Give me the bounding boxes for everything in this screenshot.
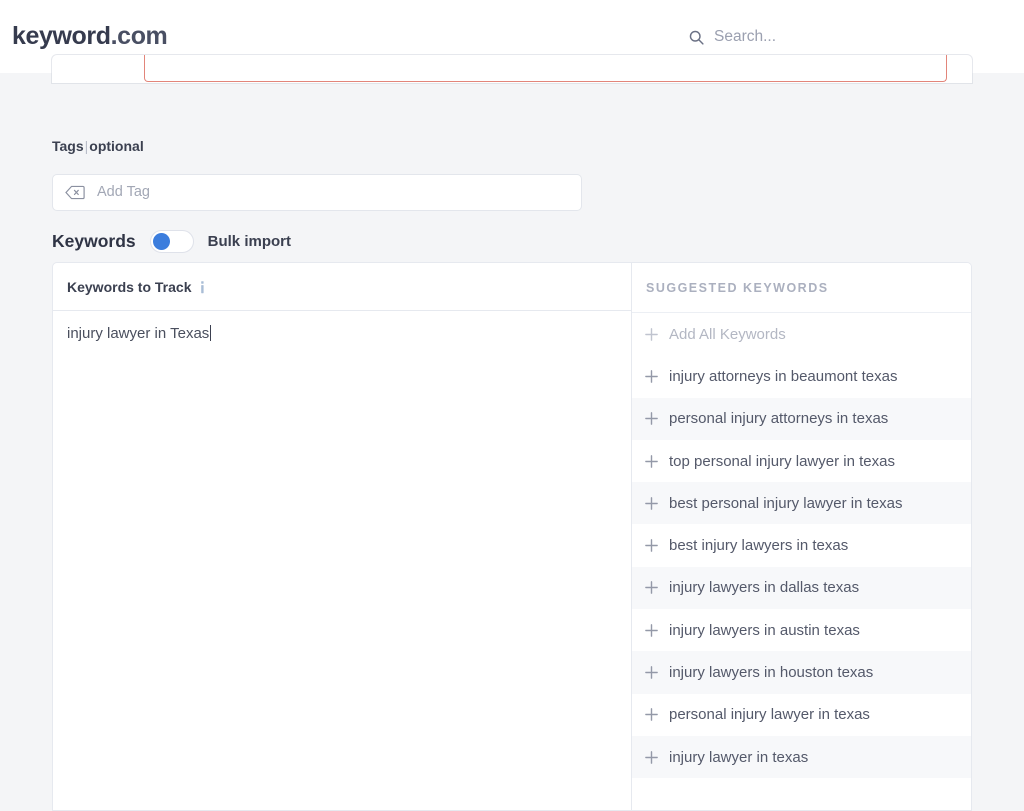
plus-icon	[644, 665, 659, 680]
text-cursor	[210, 325, 211, 341]
search-icon	[688, 29, 705, 46]
global-search[interactable]: Search...	[688, 24, 776, 50]
keywords-section-header: Keywords Bulk import	[52, 229, 291, 253]
suggested-keyword-label: injury lawyer in texas	[669, 749, 808, 766]
suggested-keyword-row[interactable]: injury lawyer in texas	[632, 736, 971, 778]
suggested-keyword-row[interactable]: injury lawyers in houston texas	[632, 651, 971, 693]
add-tag-input[interactable]: Add Tag	[52, 174, 582, 211]
suggested-keyword-label: best injury lawyers in texas	[669, 537, 848, 554]
toggle-knob	[153, 233, 170, 250]
app-logo[interactable]: keyword.com	[12, 22, 167, 51]
tags-label-text: Tags	[52, 138, 84, 154]
suggested-keyword-label: personal injury attorneys in texas	[669, 410, 888, 427]
suggested-keyword-label: injury lawyers in austin texas	[669, 622, 860, 639]
suggested-keyword-label: injury lawyers in houston texas	[669, 664, 873, 681]
bulk-import-label[interactable]: Bulk import	[208, 233, 291, 250]
error-state-input-partial[interactable]	[144, 55, 947, 82]
tags-label: Tags|optional	[52, 138, 144, 154]
plus-icon	[644, 496, 659, 511]
suggested-keywords-list: Add All Keywords injury attorneys in bea…	[632, 313, 971, 810]
suggested-keywords-title: SUGGESTED KEYWORDS	[646, 281, 829, 295]
keywords-card: Keywords to Track injury lawyer in Texas…	[52, 262, 972, 811]
keywords-to-track-header: Keywords to Track	[53, 263, 631, 311]
keywords-to-track-panel: Keywords to Track injury lawyer in Texas	[53, 263, 632, 810]
logo-main-text: keyword	[12, 22, 111, 50]
suggested-keyword-label: best personal injury lawyer in texas	[669, 495, 902, 512]
plus-icon	[644, 538, 659, 553]
suggested-keyword-row[interactable]: personal injury attorneys in texas	[632, 398, 971, 440]
suggested-keyword-row[interactable]: injury attorneys in beaumont texas	[632, 355, 971, 397]
suggested-keyword-row[interactable]: injury lawyers in dallas texas	[632, 567, 971, 609]
plus-icon	[644, 454, 659, 469]
keywords-textarea-value: injury lawyer in Texas	[67, 325, 209, 342]
bulk-import-toggle[interactable]	[150, 230, 194, 253]
suggested-keyword-label: top personal injury lawyer in texas	[669, 453, 895, 470]
tag-backspace-icon	[65, 185, 85, 200]
plus-icon	[644, 623, 659, 638]
keywords-to-track-textarea[interactable]: injury lawyer in Texas	[53, 311, 631, 810]
suggested-keyword-row[interactable]: top personal injury lawyer in texas	[632, 440, 971, 482]
suggested-keyword-label: injury attorneys in beaumont texas	[669, 368, 897, 385]
plus-icon	[644, 369, 659, 384]
suggested-keywords-panel: SUGGESTED KEYWORDS Add All Keywords	[632, 263, 971, 810]
plus-icon	[644, 707, 659, 722]
suggested-keyword-label: injury lawyers in dallas texas	[669, 579, 859, 596]
keywords-heading: Keywords	[52, 231, 136, 252]
add-tag-placeholder[interactable]: Add Tag	[97, 185, 150, 200]
add-all-keywords-row[interactable]: Add All Keywords	[632, 313, 971, 355]
keywords-to-track-title: Keywords to Track	[67, 279, 192, 295]
suggested-keyword-row[interactable]: injury lawyers in austin texas	[632, 609, 971, 651]
plus-icon	[644, 327, 659, 342]
plus-icon	[644, 580, 659, 595]
plus-icon	[644, 411, 659, 426]
search-input-placeholder[interactable]: Search...	[714, 29, 776, 45]
logo-suffix-text: .com	[111, 22, 168, 50]
suggested-keyword-label: personal injury lawyer in texas	[669, 706, 870, 723]
suggested-keyword-row[interactable]: personal injury lawyer in texas	[632, 694, 971, 736]
plus-icon	[644, 750, 659, 765]
suggested-keywords-header: SUGGESTED KEYWORDS	[632, 263, 971, 313]
tags-optional-text: optional	[89, 138, 143, 154]
suggested-keyword-row[interactable]: best personal injury lawyer in texas	[632, 482, 971, 524]
suggested-keyword-row[interactable]: best injury lawyers in texas	[632, 524, 971, 566]
info-icon[interactable]	[197, 280, 208, 294]
add-all-keywords-label: Add All Keywords	[669, 326, 786, 343]
